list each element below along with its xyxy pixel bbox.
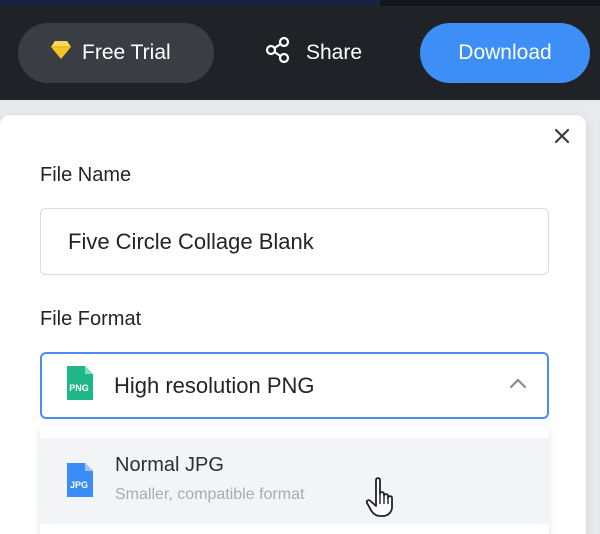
jpg-file-icon: JPG	[64, 462, 94, 503]
svg-text:PNG: PNG	[69, 383, 89, 393]
close-button[interactable]	[548, 124, 576, 152]
format-option-jpg[interactable]: JPG Normal JPG Smaller, compatible forma…	[40, 438, 549, 524]
close-icon	[554, 128, 570, 149]
svg-text:JPG: JPG	[70, 480, 88, 490]
png-file-icon: PNG	[64, 365, 94, 406]
file-format-label: File Format	[40, 308, 142, 330]
option-title: Normal JPG	[115, 454, 224, 476]
selected-format-label: High resolution PNG	[114, 372, 315, 398]
file-name-label: File Name	[40, 164, 132, 186]
share-button[interactable]: Share	[246, 23, 396, 83]
file-format-select[interactable]: PNG High resolution PNG	[40, 352, 549, 419]
option-subtitle: Smaller, compatible format	[115, 486, 305, 503]
download-label: Download	[458, 41, 552, 64]
format-dropdown: JPG Normal JPG Smaller, compatible forma…	[40, 426, 549, 534]
file-name-input[interactable]	[40, 208, 549, 275]
download-button[interactable]: Download	[420, 23, 590, 83]
hand-cursor-icon	[364, 476, 398, 523]
diamond-icon	[50, 40, 72, 66]
free-trial-button[interactable]: Free Trial	[18, 23, 214, 83]
share-label: Share	[306, 41, 363, 64]
top-toolbar: Free Trial Share Download	[0, 0, 600, 100]
top-strip-accent	[0, 0, 380, 6]
chevron-up-icon	[509, 376, 527, 394]
top-strip	[0, 0, 600, 6]
share-icon	[264, 36, 292, 70]
free-trial-label: Free Trial	[82, 41, 171, 64]
